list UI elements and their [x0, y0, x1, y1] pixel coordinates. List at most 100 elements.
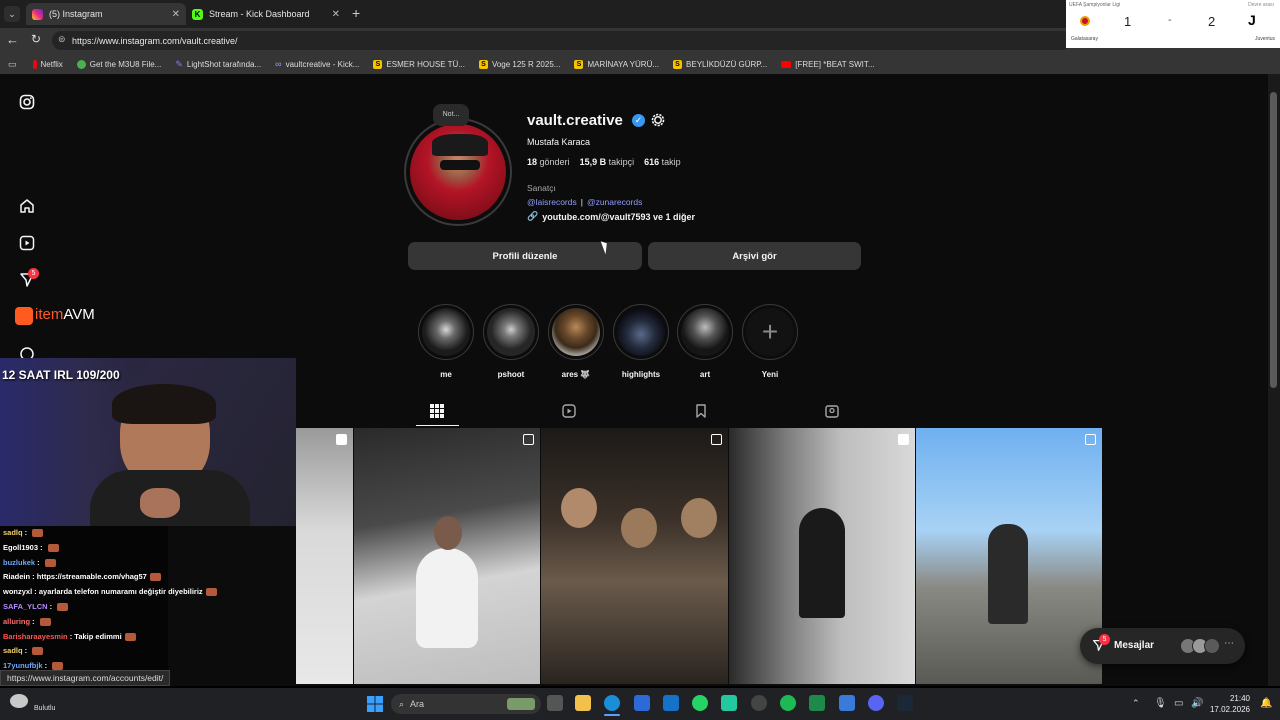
bookmark-netflix[interactable]: Netflix — [32, 59, 63, 69]
discord-icon[interactable] — [868, 695, 884, 711]
chrome-icon[interactable] — [751, 695, 767, 711]
address-bar[interactable]: ⊜ https://www.instagram.com/vault.creati… — [52, 31, 1072, 50]
followers-stat[interactable]: 15,9 B takipçi — [580, 157, 635, 167]
highlight-pshoot[interactable]: pshoot — [483, 304, 539, 379]
tab-tagged-icon[interactable] — [825, 404, 841, 420]
spotify-icon[interactable] — [780, 695, 796, 711]
reel-icon — [336, 434, 347, 445]
tray-chevron-icon[interactable]: ⌃ — [1132, 698, 1140, 709]
chat-message: 17yunufbjk : — [3, 661, 64, 671]
sahibinden-icon: S — [673, 59, 683, 69]
reels-icon[interactable] — [17, 233, 37, 253]
link-separator: | — [580, 197, 583, 207]
chat-username[interactable]: 17yunufbjk — [3, 661, 43, 670]
close-icon[interactable]: ✕ — [332, 9, 340, 20]
bookmark-esmer-house[interactable]: S ESMER HOUSE TÜ... — [373, 59, 465, 69]
network-icon[interactable]: ▭ — [1174, 698, 1183, 709]
windows-start-icon[interactable] — [367, 696, 383, 712]
chat-username[interactable]: SAFA_YLCN — [3, 602, 48, 611]
post-thumbnail[interactable] — [916, 428, 1102, 684]
site-info-icon[interactable]: ⊜ — [58, 34, 66, 45]
clock-date[interactable]: 17.02.2026 — [1204, 705, 1250, 714]
post-figure-shape — [799, 508, 845, 618]
juventus-logo-icon: J — [1248, 12, 1256, 28]
chat-username[interactable]: wonzyxl — [3, 587, 32, 596]
whatsapp-icon[interactable] — [692, 695, 708, 711]
bookmark-beylikduzu[interactable]: S BEYLİKDÜZÜ GÜRP... — [673, 59, 767, 69]
volume-icon[interactable]: 🔊 — [1191, 698, 1203, 709]
tab-list-button[interactable]: ⌄ — [4, 6, 20, 22]
tab-instagram[interactable]: (5) Instagram ✕ — [26, 3, 186, 25]
post-thumbnail[interactable] — [354, 428, 540, 684]
external-link[interactable]: 🔗 youtube.com/@vault7593 ve 1 diğer — [527, 211, 695, 222]
scrollbar-thumb[interactable] — [1270, 92, 1277, 388]
messages-pill[interactable]: 5 Mesajlar ⋯ — [1080, 628, 1245, 664]
view-archive-button[interactable]: Arşivi gör — [648, 242, 861, 270]
bookmark-vaultcreative-kick[interactable]: ∞ vaultcreative - Kick... — [275, 59, 359, 69]
sunglasses-shape — [440, 160, 480, 170]
new-tab-icon[interactable]: + — [352, 5, 360, 21]
highlight-new[interactable]: + Yeni — [742, 304, 798, 379]
tab-posts-grid-icon[interactable] — [430, 404, 446, 420]
microphone-icon[interactable]: 🎙 — [1154, 698, 1167, 709]
highlight-ares[interactable]: ares 🐺 — [548, 304, 604, 379]
highlight-art[interactable]: art — [677, 304, 733, 379]
clock-time[interactable]: 21:40 — [1214, 694, 1250, 703]
bookmark-label: Get the M3U8 File... — [89, 59, 162, 69]
back-icon[interactable]: ← — [6, 32, 19, 47]
chat-username[interactable]: Barisharaayesmin — [3, 632, 68, 641]
app-icon[interactable] — [721, 695, 737, 711]
tab-reels-icon[interactable] — [562, 404, 578, 420]
highlight-cover — [552, 308, 600, 356]
tab-saved-icon[interactable] — [694, 404, 710, 420]
close-icon[interactable]: ✕ — [172, 9, 180, 20]
bookmark-m3u8[interactable]: Get the M3U8 File... — [76, 59, 162, 69]
file-explorer-icon[interactable] — [575, 695, 591, 711]
chat-username[interactable]: Riadein — [3, 572, 30, 581]
store-icon[interactable] — [634, 695, 650, 711]
chat-username[interactable]: Egoll1903 — [3, 543, 38, 552]
settings-gear-icon[interactable] — [650, 112, 666, 133]
profile-avatar-ring[interactable] — [404, 118, 512, 226]
notification-badge: 5 — [28, 268, 39, 279]
note-bubble[interactable]: Not... — [433, 104, 469, 126]
post-figure-shape — [621, 508, 657, 548]
highlight-label: ares 🐺 — [561, 370, 591, 379]
chat-username[interactable]: alluring — [3, 617, 30, 626]
highlight-cover — [617, 308, 665, 356]
reload-icon[interactable]: ↻ — [31, 32, 41, 46]
taskbar-search[interactable]: ⌕ Ara — [391, 694, 541, 714]
edge-browser-icon[interactable] — [604, 695, 620, 711]
instagram-logo-icon[interactable] — [17, 92, 37, 112]
bookmarks-menu-icon[interactable]: ▭ — [8, 59, 17, 70]
post-figure-shape — [988, 524, 1028, 624]
chat-username[interactable]: buzlukek — [3, 558, 35, 567]
bookmark-free-beat[interactable]: [FREE] *BEAT SWIT... — [781, 60, 875, 69]
mention-link-zunarecords[interactable]: @zunarecords — [587, 197, 642, 207]
messages-count-badge: 5 — [1099, 634, 1110, 645]
highlight-highlights[interactable]: highlights — [613, 304, 669, 379]
posts-count: 18 — [527, 157, 538, 167]
posts-stat[interactable]: 18 gönderi — [527, 157, 570, 167]
excel-icon[interactable] — [809, 695, 825, 711]
mail-icon[interactable] — [663, 695, 679, 711]
task-view-icon[interactable] — [547, 695, 563, 711]
notifications-bell-icon[interactable]: 🔔 — [1260, 698, 1272, 709]
post-thumbnail[interactable] — [541, 428, 728, 684]
post-thumbnail[interactable] — [296, 428, 353, 684]
tab-kick-dashboard[interactable]: K Stream - Kick Dashboard ✕ — [186, 3, 346, 25]
following-stat[interactable]: 616 takip — [644, 157, 681, 167]
mention-link-laisrecords[interactable]: @laisrecords — [527, 197, 577, 207]
avatar — [1204, 638, 1220, 654]
bookmark-marinaya[interactable]: S MARİNAYA YÜRÜ... — [574, 59, 659, 69]
chat-username[interactable]: sadlq — [3, 646, 23, 655]
bookmark-voge[interactable]: S Voge 125 R 2025... — [478, 59, 560, 69]
post-thumbnail[interactable] — [729, 428, 915, 684]
following-count: 616 — [644, 157, 660, 167]
bookmark-lightshot[interactable]: ✎ LightShot tarafında... — [175, 59, 261, 70]
home-icon[interactable] — [17, 196, 37, 216]
steam-icon[interactable] — [897, 695, 913, 711]
app-icon[interactable] — [839, 695, 855, 711]
highlight-me[interactable]: me — [418, 304, 474, 379]
chat-username[interactable]: sadlq — [3, 528, 23, 537]
